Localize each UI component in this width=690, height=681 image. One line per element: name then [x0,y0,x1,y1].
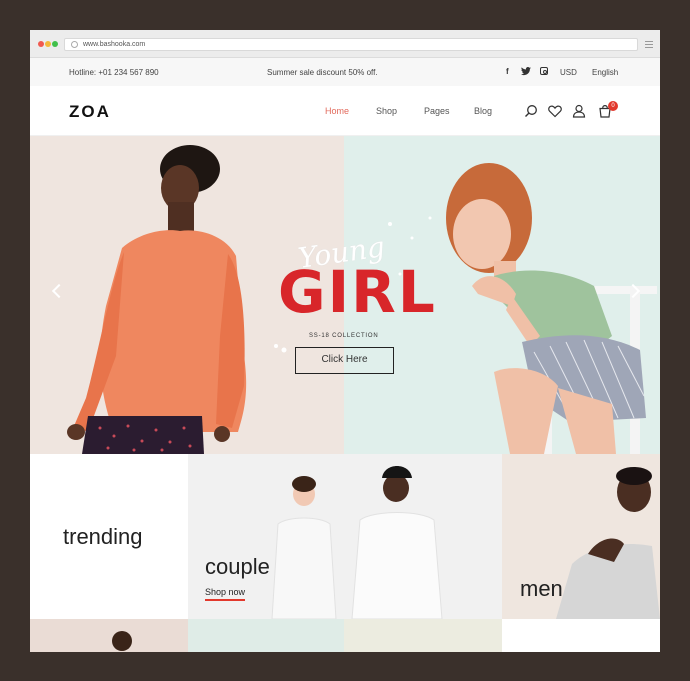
nav-pages[interactable]: Pages [424,106,450,116]
url-text: www.bashooka.com [83,41,146,48]
wishlist-heart-icon[interactable] [548,104,562,118]
browser-window: www.bashooka.com Hotline: +01 234 567 89… [30,30,660,652]
nav-blog[interactable]: Blog [474,106,492,116]
model-partial-image [112,631,132,651]
nav-home[interactable]: Home [325,106,349,116]
maximize-window-dot[interactable] [52,41,58,47]
hero-click-here-button[interactable]: Click Here [295,347,394,374]
minimize-window-dot[interactable] [45,41,51,47]
browser-menu-icon[interactable] [645,41,653,48]
category-tile-row2-2[interactable] [188,619,344,652]
facebook-icon[interactable]: f [506,67,509,76]
category-tile-row2-1[interactable] [30,619,188,652]
site-header: ZOA Home Shop Pages Blog 0 [30,86,660,136]
language-selector[interactable]: English [592,68,618,77]
account-user-icon[interactable] [572,104,586,118]
currency-selector[interactable]: USD [560,68,577,77]
shop-now-link[interactable]: Shop now [205,587,246,601]
browser-toolbar: www.bashooka.com [30,30,660,58]
instagram-icon[interactable] [540,67,548,75]
category-men-tile[interactable]: men [502,454,660,619]
promo-text: Summer sale discount 50% off. [267,68,378,77]
site-logo[interactable]: ZOA [69,102,111,122]
hero-collection-label: SS-18 COLLECTION [309,333,379,339]
category-men-label: men [520,576,563,601]
hero-slider: Young GIRL SS-18 COLLECTION Click Here [30,136,660,454]
twitter-icon[interactable] [521,67,531,78]
category-tile-row2-4[interactable] [502,619,660,652]
category-couple-tile[interactable]: couple Shop now [188,454,502,619]
address-bar[interactable]: www.bashooka.com [64,38,638,51]
nav-shop[interactable]: Shop [376,106,397,116]
hero-headline: GIRL [278,258,437,326]
top-bar: Hotline: +01 234 567 890 Summer sale dis… [30,58,660,86]
search-icon[interactable] [524,104,538,118]
cart-count-badge: 0 [608,101,618,111]
category-couple-label: couple [205,554,270,579]
hotline-text: Hotline: +01 234 567 890 [69,68,159,77]
category-tile-row2-3[interactable] [344,619,502,652]
category-trending-tile[interactable]: trending [30,454,188,619]
category-trending-label: trending [63,524,143,549]
site-info-icon [71,41,78,48]
close-window-dot[interactable] [38,41,44,47]
